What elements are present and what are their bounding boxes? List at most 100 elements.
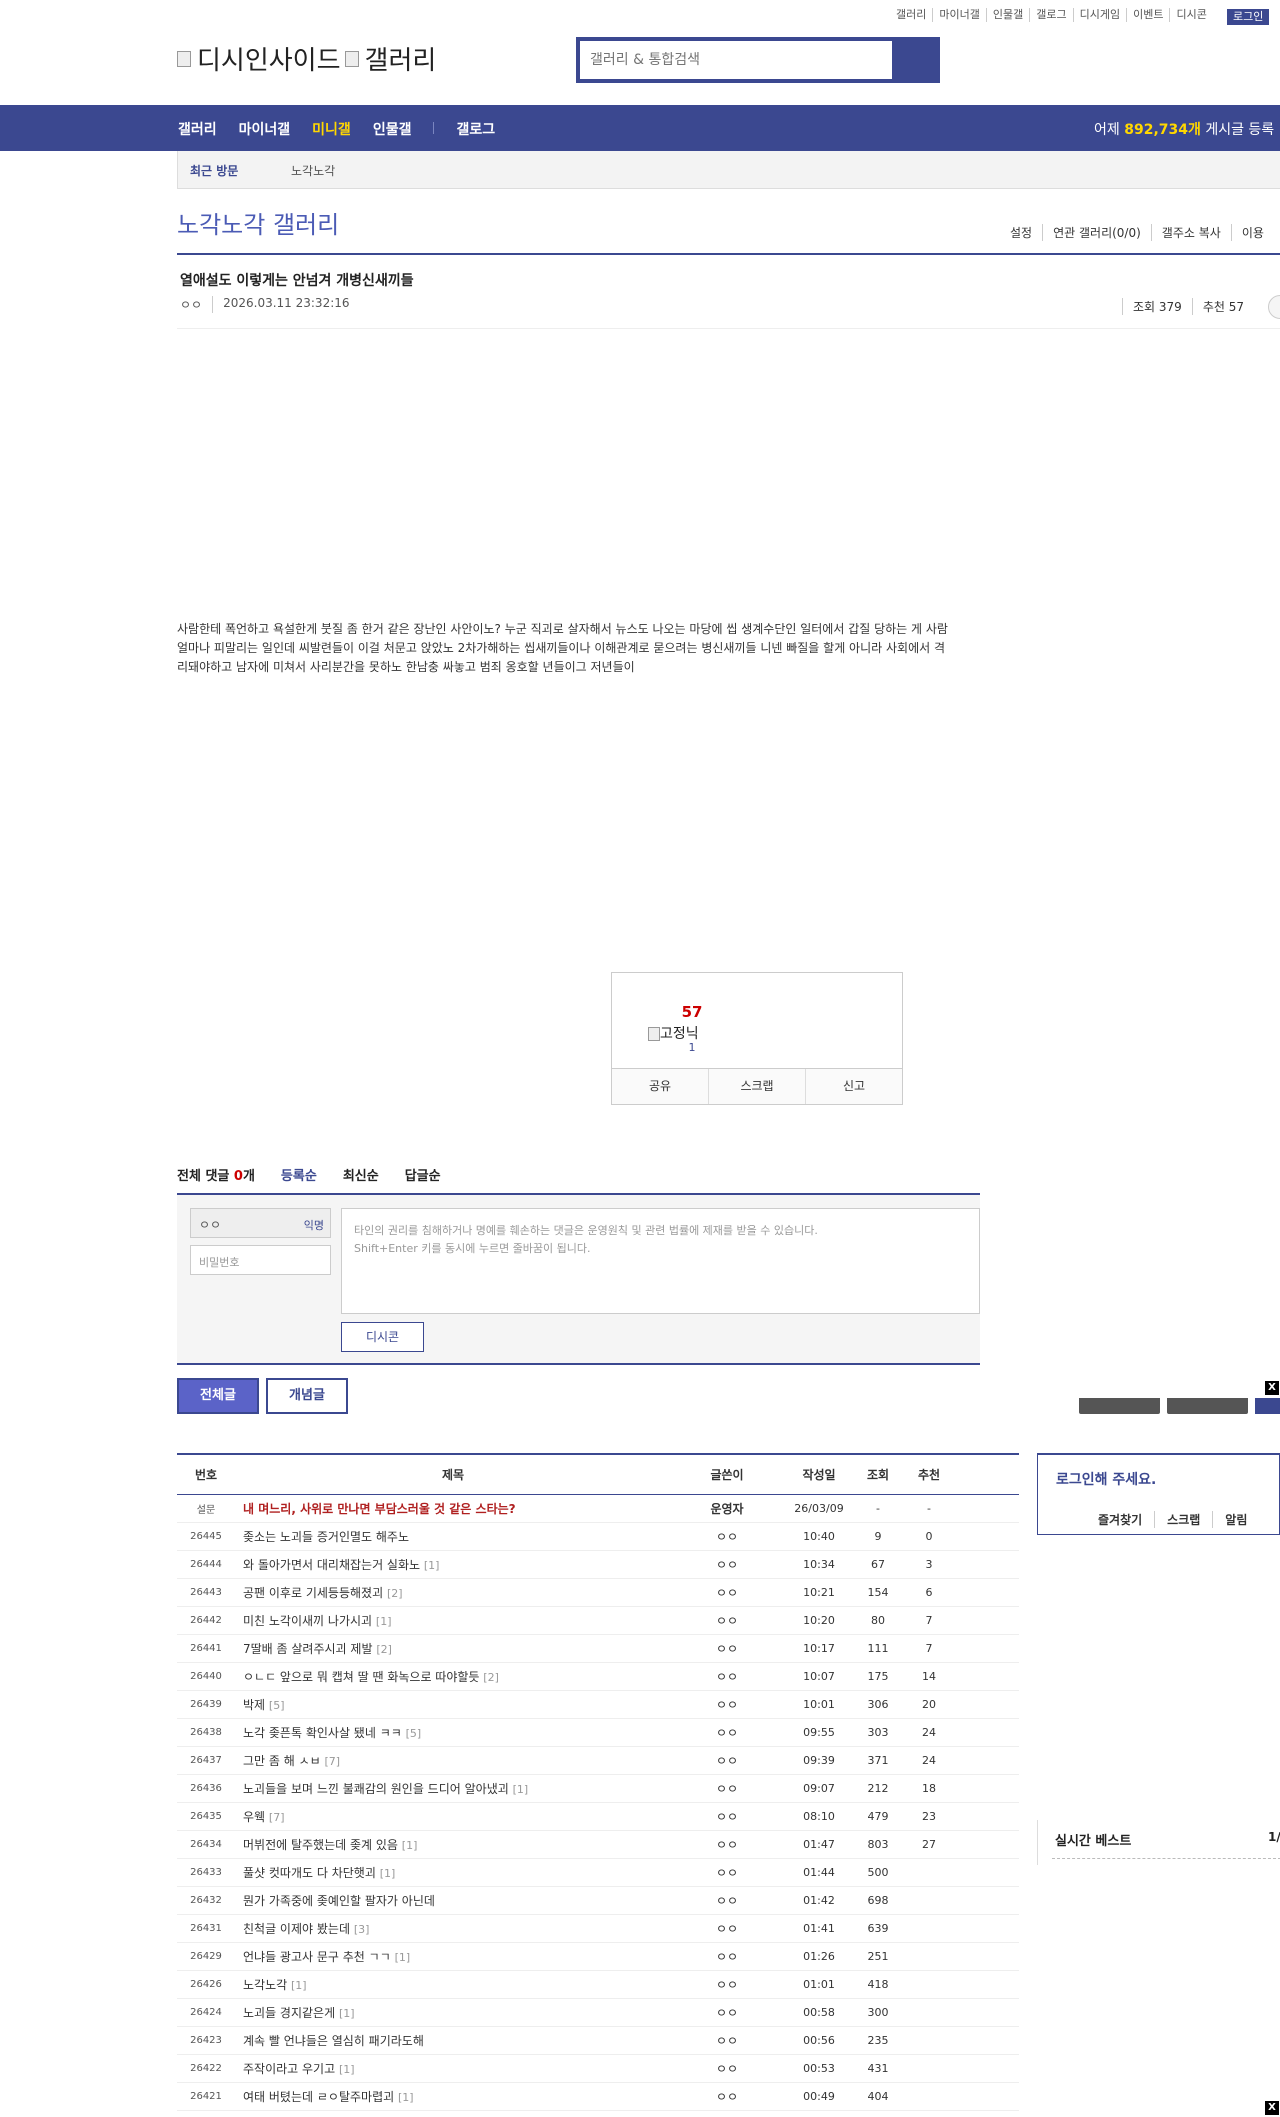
row-title-text[interactable]: 풀샷 컷따개도 다 차단햇괴 <box>243 1866 376 1880</box>
search-input[interactable] <box>580 41 892 79</box>
row-writer[interactable]: 운영자 <box>671 1494 783 1523</box>
copy-address-link[interactable]: 갤주소 복사 <box>1150 224 1231 241</box>
comment-textarea[interactable]: 타인의 권리를 침해하거나 명예를 훼손하는 댓글은 운영원칙 및 관련 법률에… <box>341 1208 980 1314</box>
settings-link[interactable]: 설정 <box>1000 224 1042 241</box>
util-link-person[interactable]: 인물갤 <box>985 8 1029 22</box>
row-writer[interactable]: ㅇㅇ <box>671 1746 783 1775</box>
table-row[interactable]: 26444 와 돌아가면서 대리채잡는거 실화노 [1] ㅇㅇ 10:34 67 3 <box>177 1550 1019 1579</box>
row-writer[interactable]: ㅇㅇ <box>671 1718 783 1747</box>
scrap-link[interactable]: 스크랩 <box>1154 1511 1212 1528</box>
row-title[interactable]: 계속 빨 언냐들은 열심히 패기라도해 <box>235 2026 671 2055</box>
row-writer[interactable]: ㅇㅇ <box>671 1634 783 1663</box>
row-title-text[interactable]: 우웩 <box>243 1810 265 1824</box>
row-reply-count[interactable]: [2] <box>483 1671 499 1684</box>
row-reply-count[interactable]: [1] <box>339 2007 355 2020</box>
util-link-event[interactable]: 이벤트 <box>1126 8 1169 22</box>
table-row[interactable]: 26432 뭔가 가족중에 좆예인할 팔자가 아닌데 ㅇㅇ 01:42 698 <box>177 1886 1019 1915</box>
row-reply-count[interactable]: [1] <box>380 1867 396 1880</box>
more-button[interactable] <box>1268 295 1280 319</box>
row-title[interactable]: 그만 좀 해 ㅅㅂ [7] <box>235 1746 671 1775</box>
related-gallery-link[interactable]: 연관 갤러리(0/0) <box>1042 224 1151 241</box>
row-reply-count[interactable]: [3] <box>354 1923 370 1936</box>
row-title[interactable]: 내 며느리, 사위로 만나면 부담스러울 것 같은 스타는? <box>235 1494 671 1523</box>
row-title[interactable]: 풀샷 컷따개도 다 차단햇괴 [1] <box>235 1858 671 1887</box>
edit-button[interactable] <box>1079 1398 1160 1414</box>
table-row[interactable]: 26433 풀샷 컷따개도 다 차단햇괴 [1] ㅇㅇ 01:44 500 <box>177 1858 1019 1887</box>
report-button[interactable]: 신고 <box>805 1069 902 1104</box>
row-writer[interactable]: ㅇㅇ <box>671 2082 783 2111</box>
table-row[interactable]: 26431 친척글 이제야 봤는데 [3] ㅇㅇ 01:41 639 <box>177 1914 1019 1943</box>
row-title[interactable]: 머뷔전에 탈주했는데 좆계 있음 [1] <box>235 1830 671 1859</box>
row-reply-count[interactable]: [7] <box>269 1811 285 1824</box>
row-title-text[interactable]: 여태 버텼는데 ㄹㅇ탈주마렵괴 <box>243 2090 394 2104</box>
row-title[interactable]: 주작이라고 우기고 [1] <box>235 2054 671 2083</box>
table-row[interactable]: 26423 계속 빨 언냐들은 열심히 패기라도해 ㅇㅇ 00:56 235 <box>177 2026 1019 2055</box>
row-title[interactable]: 7딸배 좀 살려주시괴 제발 [2] <box>235 1634 671 1663</box>
row-reply-count[interactable]: [5] <box>269 1699 285 1712</box>
row-title[interactable]: 박제 [5] <box>235 1690 671 1719</box>
row-reply-count[interactable]: [1] <box>402 1839 418 1852</box>
row-writer[interactable]: ㅇㅇ <box>671 1830 783 1859</box>
nav-item-person[interactable]: 인물갤 <box>373 119 412 139</box>
row-title-text[interactable]: 계속 빨 언냐들은 열심히 패기라도해 <box>243 2034 424 2048</box>
row-title[interactable]: 노각 좆픈톡 확인사살 됐네 ㅋㅋ [5] <box>235 1718 671 1747</box>
row-writer[interactable]: ㅇㅇ <box>671 1522 783 1551</box>
row-title[interactable]: 언냐들 광고사 문구 추천 ㄱㄱ [1] <box>235 1942 671 1971</box>
dccon-button[interactable]: 디시콘 <box>341 1322 424 1352</box>
nav-item-mini[interactable]: 미니갤 <box>312 119 351 139</box>
row-writer[interactable]: ㅇㅇ <box>671 1886 783 1915</box>
password-field[interactable]: 비밀번호 <box>190 1245 331 1275</box>
login-prompt[interactable]: 로그인해 주세요. <box>1056 1469 1156 1489</box>
row-title-text[interactable]: 그만 좀 해 ㅅㅂ <box>243 1754 321 1768</box>
row-title-text[interactable]: 언냐들 광고사 문구 추천 ㄱㄱ <box>243 1950 391 1964</box>
row-title[interactable]: 와 돌아가면서 대리채잡는거 실화노 [1] <box>235 1550 671 1579</box>
util-link-gallery[interactable]: 갤러리 <box>890 8 932 22</box>
row-reply-count[interactable]: [2] <box>376 1643 392 1656</box>
search-button[interactable] <box>892 41 936 79</box>
table-row[interactable]: 26442 미친 노각이새끼 나가시괴 [1] ㅇㅇ 10:20 80 7 <box>177 1606 1019 1635</box>
notification-link[interactable]: 알림 <box>1212 1511 1259 1528</box>
row-writer[interactable]: ㅇㅇ <box>671 2054 783 2083</box>
row-title[interactable]: 우웩 [7] <box>235 1802 671 1831</box>
table-row[interactable]: 26435 우웩 [7] ㅇㅇ 08:10 479 23 <box>177 1802 1019 1831</box>
concept-posts-button[interactable]: 개념글 <box>266 1378 348 1414</box>
row-reply-count[interactable]: [2] <box>387 1587 403 1600</box>
table-row[interactable]: 26439 박제 [5] ㅇㅇ 10:01 306 20 <box>177 1690 1019 1719</box>
row-reply-count[interactable]: [1] <box>395 1951 411 1964</box>
row-writer[interactable]: ㅇㅇ <box>671 1914 783 1943</box>
util-link-dcgame[interactable]: 디시게임 <box>1072 8 1126 22</box>
row-title-text[interactable]: 미친 노각이새끼 나가시괴 <box>243 1614 372 1628</box>
table-row[interactable]: 26445 좆소는 노괴들 증거인멸도 해주노 ㅇㅇ 10:40 9 0 <box>177 1522 1019 1551</box>
row-title[interactable]: 뭔가 가족중에 좆예인할 팔자가 아닌데 <box>235 1886 671 1915</box>
table-row[interactable]: 26426 노각노각 [1] ㅇㅇ 01:01 418 <box>177 1970 1019 1999</box>
util-link-minor[interactable]: 마이너갤 <box>932 8 985 22</box>
row-reply-count[interactable]: [1] <box>291 1979 307 1992</box>
table-row[interactable]: 26436 노괴들을 보며 느낀 불쾌감의 원인을 드디어 알아냈괴 [1] ㅇㅇ 0… <box>177 1774 1019 1803</box>
row-title-text[interactable]: 노각노각 <box>243 1978 287 1992</box>
row-reply-count[interactable]: [5] <box>406 1727 422 1740</box>
table-row[interactable]: 26441 7딸배 좀 살려주시괴 제발 [2] ㅇㅇ 10:17 111 7 <box>177 1634 1019 1663</box>
row-writer[interactable]: ㅇㅇ <box>671 1802 783 1831</box>
row-title[interactable]: 노괴들 경지같은게 [1] <box>235 1998 671 2027</box>
row-reply-count[interactable]: [1] <box>424 1559 440 1572</box>
table-row[interactable]: 26424 노괴들 경지같은게 [1] ㅇㅇ 00:58 300 <box>177 1998 1019 2027</box>
row-title[interactable]: 여태 버텼는데 ㄹㅇ탈주마렵괴 [1] <box>235 2082 671 2111</box>
login-button[interactable]: 로그인 <box>1227 9 1270 25</box>
util-link-dccon[interactable]: 디시콘 <box>1169 8 1212 22</box>
table-row[interactable]: 26434 머뷔전에 탈주했는데 좆계 있음 [1] ㅇㅇ 01:47 803 27 <box>177 1830 1019 1859</box>
nav-item-gallery[interactable]: 갤러리 <box>178 119 217 139</box>
close-icon[interactable]: X <box>1265 1381 1279 1395</box>
table-row[interactable]: 26440 ㅇㄴㄷ 앞으로 뭐 캡쳐 딸 땐 화녹으로 따야할듯 [2] ㅇㅇ 10:… <box>177 1662 1019 1691</box>
tab-latest[interactable]: 최신순 <box>343 1165 379 1184</box>
row-title-text[interactable]: 친척글 이제야 봤는데 <box>243 1922 350 1936</box>
all-posts-button[interactable]: 전체글 <box>177 1378 259 1414</box>
table-row[interactable]: 26443 공팬 이후로 기세등등해졌괴 [2] ㅇㅇ 10:21 154 6 <box>177 1578 1019 1607</box>
row-writer[interactable]: ㅇㅇ <box>671 1578 783 1607</box>
row-title[interactable]: 노각노각 [1] <box>235 1970 671 1999</box>
row-reply-count[interactable]: [7] <box>325 1755 341 1768</box>
table-row[interactable]: 26422 주작이라고 우기고 [1] ㅇㅇ 00:53 431 <box>177 2054 1019 2083</box>
tab-registered[interactable]: 등록순 <box>281 1165 317 1184</box>
site-logo[interactable]: 디시인사이드 갤러리 <box>177 40 436 77</box>
row-writer[interactable]: ㅇㅇ <box>671 1942 783 1971</box>
row-writer[interactable]: ㅇㅇ <box>671 1606 783 1635</box>
